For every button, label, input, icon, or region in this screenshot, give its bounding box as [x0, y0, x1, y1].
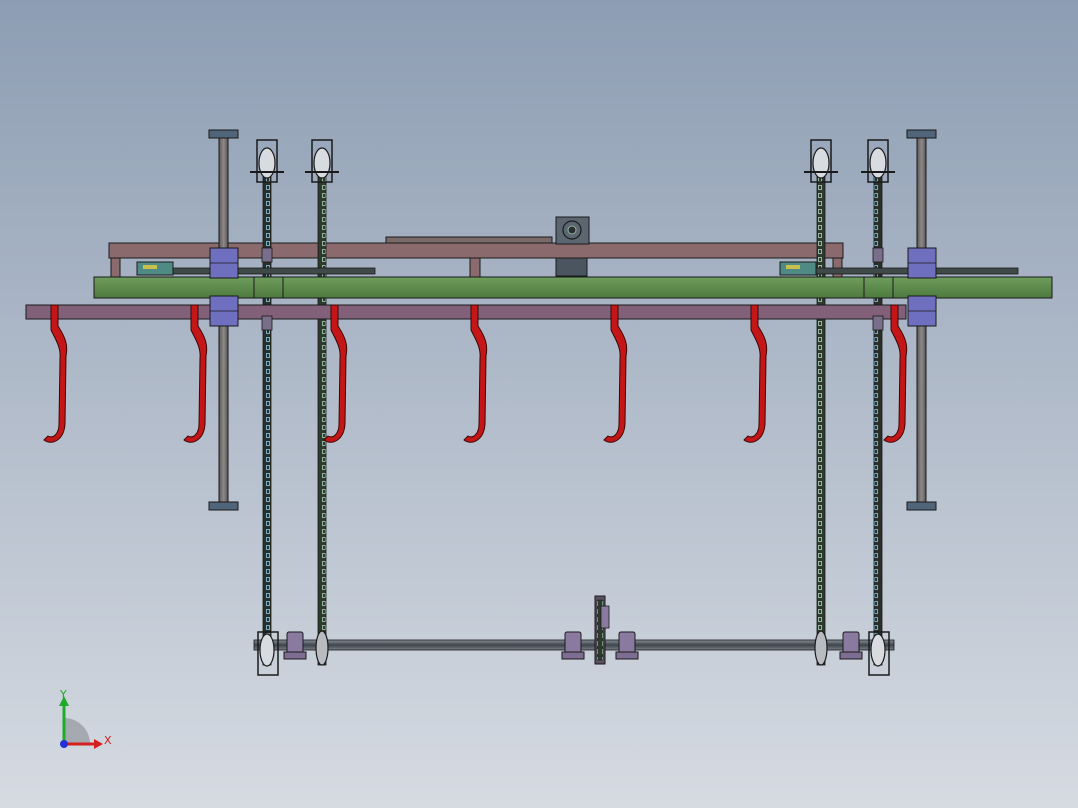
sprocket-wheel: [315, 630, 329, 666]
pillow-block-base: [615, 651, 639, 660]
sprocket-wheel: [870, 633, 886, 667]
rail-body: [93, 276, 1053, 299]
x-axis-label: X: [104, 734, 112, 747]
drive-sprocket-hub: [600, 605, 610, 629]
carriage-right-detail: [786, 265, 800, 269]
column-cap-bottom-left: [208, 501, 239, 511]
sprocket-wheel: [259, 633, 275, 667]
sprocket-wheel: [869, 147, 887, 179]
chain-left-outer[interactable]: [262, 164, 272, 666]
frame-leg-left: [110, 257, 121, 279]
sprocket-wheel: [258, 147, 276, 179]
bottom-sprocket-3[interactable]: [814, 630, 828, 666]
chain-strand: [262, 164, 272, 666]
pillow-block-base: [561, 651, 585, 660]
cad-viewport[interactable]: X Y: [0, 0, 1078, 808]
pillow-block-4[interactable]: [839, 631, 863, 660]
top-plate: [385, 236, 553, 244]
z-axis-dot: [60, 740, 68, 748]
carriage-left-detail: [143, 265, 157, 269]
column-cap-top-right: [906, 129, 937, 139]
thin-rail-right: [789, 267, 1019, 275]
motor-body: [555, 257, 588, 277]
sprocket-wheel: [812, 147, 830, 179]
chain-right-inner[interactable]: [816, 164, 826, 666]
hook-bar-body: [25, 304, 907, 320]
chain-strand: [816, 164, 826, 666]
main-guide-rail[interactable]: [93, 276, 1053, 299]
column-cap-top-left: [208, 129, 239, 139]
chain-strand: [317, 164, 327, 666]
motor-shaft-circle-inner: [567, 225, 577, 235]
chain-clip: [261, 247, 273, 263]
sprocket-wheel: [313, 147, 331, 179]
pillow-block-1[interactable]: [283, 631, 307, 660]
pillow-block-3[interactable]: [615, 631, 639, 660]
chain-left-inner[interactable]: [317, 164, 327, 666]
chain-clip: [872, 247, 884, 263]
frame-leg-mid: [469, 257, 481, 279]
pillow-block-base: [839, 651, 863, 660]
column-cap-bottom-right: [906, 501, 937, 511]
y-axis-label: Y: [59, 688, 67, 701]
cad-scene: X Y: [0, 0, 1078, 808]
hook-bar[interactable]: [25, 304, 907, 320]
chain-clip: [261, 315, 273, 331]
sprocket-wheel: [814, 630, 828, 666]
bottom-sprocket-2[interactable]: [315, 630, 329, 666]
chain-right-outer[interactable]: [873, 164, 883, 666]
pillow-block-base: [283, 651, 307, 660]
thin-rail-left: [149, 267, 376, 275]
chain-strand: [873, 164, 883, 666]
pillow-block-2[interactable]: [561, 631, 585, 660]
chain-clip: [872, 315, 884, 331]
viewport-background: [0, 0, 1078, 808]
